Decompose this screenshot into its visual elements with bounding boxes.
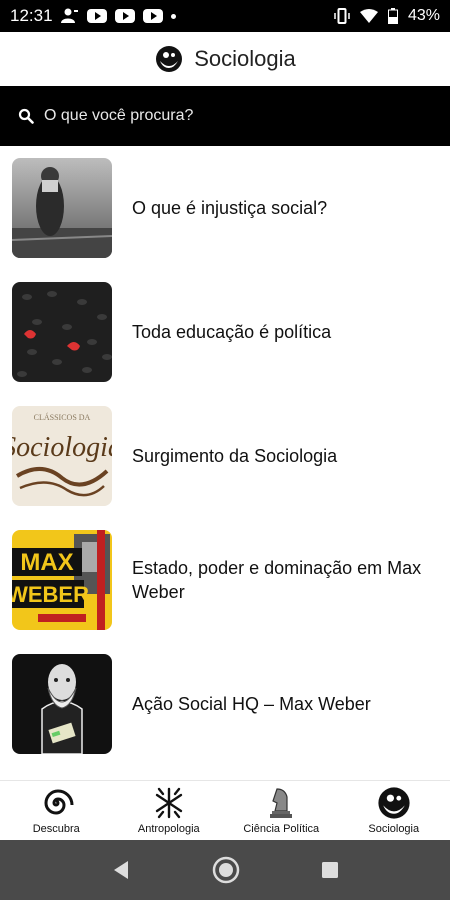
system-navigation-bar	[0, 840, 450, 900]
bottom-navigation: Descubra Antropologia Ciência Política S…	[0, 780, 450, 840]
list-item[interactable]: MAX WEBER Estado, poder e dominação em M…	[0, 518, 450, 642]
article-thumbnail: CLÁSSICOS DA Sociologia	[12, 406, 112, 506]
article-thumbnail	[12, 158, 112, 258]
search-icon	[18, 108, 34, 124]
status-bar: 12:31 43%	[0, 0, 450, 32]
search-input[interactable]: O que você procura?	[44, 107, 193, 125]
tab-label: Ciência Política	[243, 823, 320, 835]
bearded-face-icon	[156, 46, 183, 72]
battery-percent: 43%	[407, 7, 440, 24]
tab-descubra[interactable]: Descubra	[0, 781, 113, 840]
article-list: O que é injustiça social? Toda educação …	[0, 146, 450, 780]
home-icon[interactable]	[211, 855, 241, 885]
article-title: Estado, poder e dominação em Max Weber	[132, 558, 422, 602]
contact-notification-icon	[60, 8, 78, 23]
spiral-icon	[44, 789, 74, 815]
tab-label: Descubra	[32, 823, 80, 835]
list-item[interactable]: CLÁSSICOS DA Sociologia Surgimento da So…	[0, 394, 450, 518]
article-thumbnail: MAX WEBER	[12, 530, 112, 630]
article-title: Toda educação é política	[132, 322, 332, 342]
tab-label: Antropologia	[137, 823, 200, 835]
app-header: Sociologia	[0, 32, 450, 86]
youtube-icon	[142, 9, 163, 23]
figures-icon	[155, 787, 182, 819]
thumb-caption: WEBER	[12, 582, 89, 607]
thumb-caption: Sociologia	[12, 432, 112, 463]
list-item[interactable]: Toda educação é política	[0, 270, 450, 394]
tab-ciencia-politica[interactable]: Ciência Política	[225, 781, 338, 840]
wifi-icon	[359, 9, 378, 23]
youtube-icon	[86, 9, 107, 23]
list-item[interactable]: O que é injustiça social?	[0, 146, 450, 270]
more-notifications-dot-icon	[170, 13, 176, 19]
tab-sociologia[interactable]: Sociologia	[338, 781, 450, 840]
article-thumbnail	[12, 654, 112, 754]
list-item[interactable]: Ação Social HQ – Max Weber	[0, 642, 450, 766]
article-title: Ação Social HQ – Max Weber	[132, 694, 371, 714]
search-bar[interactable]: O que você procura?	[0, 86, 450, 146]
thumb-caption: MAX	[20, 549, 73, 576]
battery-icon	[387, 8, 398, 24]
article-title: Surgimento da Sociologia	[132, 446, 338, 466]
tab-antropologia[interactable]: Antropologia	[113, 781, 226, 840]
recents-icon[interactable]	[320, 860, 340, 880]
status-time: 12:31	[10, 6, 53, 25]
youtube-icon	[114, 9, 135, 23]
tab-label: Sociologia	[368, 823, 420, 835]
thumb-caption: CLÁSSICOS DA	[34, 412, 91, 422]
bearded-face-icon	[378, 787, 410, 819]
vibrate-icon	[334, 8, 350, 24]
back-icon[interactable]	[110, 859, 132, 881]
chess-knight-icon	[270, 788, 293, 818]
article-title: O que é injustiça social?	[132, 198, 328, 218]
article-thumbnail	[12, 282, 112, 382]
page-title: Sociologia	[194, 46, 296, 71]
